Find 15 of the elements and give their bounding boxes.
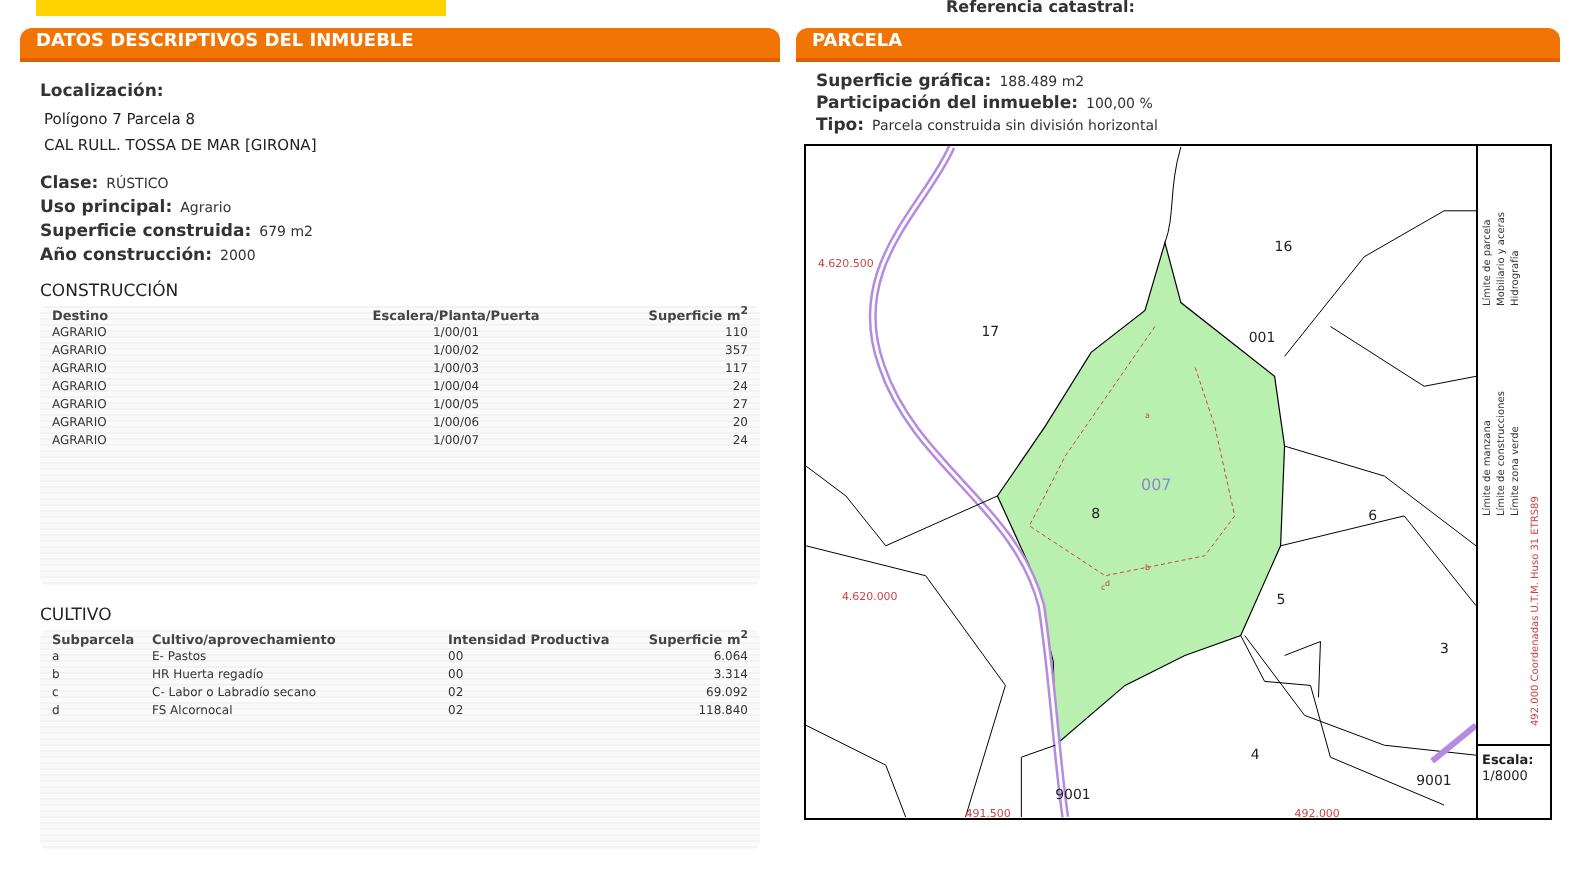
field-label: Participación del inmueble: [816, 94, 1079, 114]
section-title: CONSTRUCCIÓN [40, 282, 181, 302]
location-label: Localización: [40, 82, 166, 102]
field-label: Clase: [40, 174, 99, 194]
field-label: Uso principal: [40, 198, 173, 218]
field-label: Tipo: [816, 116, 865, 136]
field-label: Superficie gráfica: [816, 72, 992, 92]
section-title: CULTIVO [40, 606, 114, 626]
reference-label: Referencia catastral: [946, 0, 1135, 16]
road [1430, 722, 1476, 764]
parcel-label: 007 [1141, 476, 1172, 494]
field-label: Superficie construida: [40, 222, 252, 242]
field-label: Año construcción: [40, 246, 213, 266]
section-header: PARCELA [796, 28, 1560, 62]
section-header: DATOS DESCRIPTIVOS DEL INMUEBLE [20, 28, 780, 62]
